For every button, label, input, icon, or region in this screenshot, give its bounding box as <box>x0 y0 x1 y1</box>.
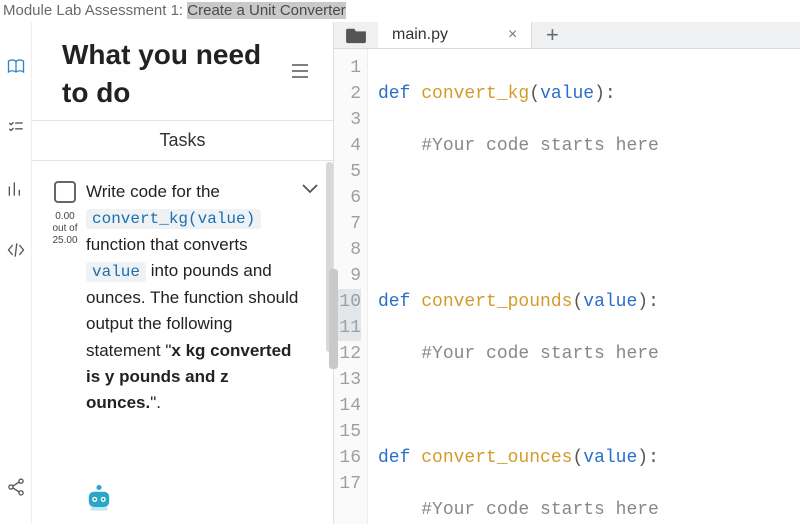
close-icon[interactable]: × <box>508 26 517 44</box>
book-icon[interactable] <box>6 57 26 82</box>
code-editor: main.py × + 1 2 3 4 5 6 7 8 9 10 11 12 1… <box>334 22 800 524</box>
title-prefix: Module Lab Assessment 1: <box>3 2 187 19</box>
task-checkbox[interactable] <box>54 181 76 203</box>
folder-icon[interactable] <box>334 22 378 48</box>
chevron-down-icon[interactable] <box>301 181 319 199</box>
instructions-panel: What you need to do Tasks 0.00 out of 25… <box>32 22 334 524</box>
task-score-column: 0.00 out of 25.00 <box>44 179 86 524</box>
menu-icon[interactable] <box>291 64 309 83</box>
title-highlight: Create a Unit Converter <box>187 2 345 19</box>
new-tab-button[interactable]: + <box>532 22 572 48</box>
left-icon-strip <box>0 22 32 524</box>
code-icon[interactable] <box>6 240 26 265</box>
chart-icon[interactable] <box>6 179 26 204</box>
code-text[interactable]: def convert_kg(value): #Your code starts… <box>368 49 800 524</box>
editor-tab[interactable]: main.py × <box>378 22 532 48</box>
code-area[interactable]: 1 2 3 4 5 6 7 8 9 10 11 12 13 14 15 16 1… <box>334 49 800 524</box>
task-score: 0.00 out of 25.00 <box>44 211 86 247</box>
editor-scrollbar[interactable] <box>329 269 338 369</box>
page-title: Module Lab Assessment 1: Create a Unit C… <box>0 0 800 22</box>
instructions-heading: What you need to do <box>62 36 291 112</box>
checklist-icon[interactable] <box>6 118 26 143</box>
code-chip: convert_kg(value) <box>86 209 261 229</box>
editor-tab-bar: main.py × + <box>334 22 800 49</box>
tasks-tab[interactable]: Tasks <box>32 120 333 161</box>
share-icon[interactable] <box>6 477 26 502</box>
code-chip: value <box>86 262 146 282</box>
tab-label: main.py <box>392 26 448 44</box>
robot-icon[interactable] <box>82 479 116 518</box>
task-description: Write code for the convert_kg(value) fun… <box>86 179 323 524</box>
line-gutter: 1 2 3 4 5 6 7 8 9 10 11 12 13 14 15 16 1… <box>334 49 368 524</box>
